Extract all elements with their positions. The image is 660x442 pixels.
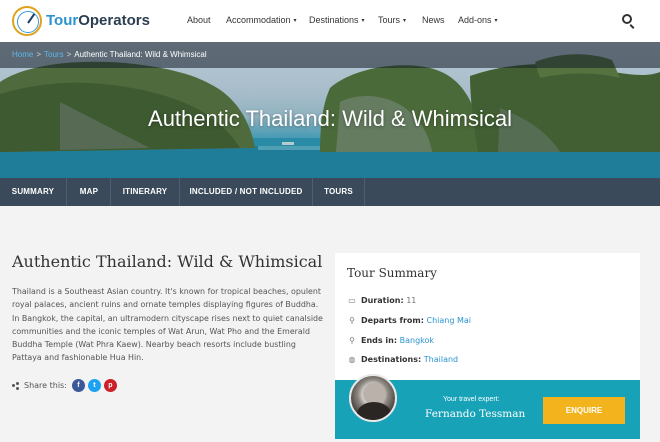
chevron-down-icon: ▾ — [494, 18, 498, 24]
tour-tab-bar: SUMMARY MAP ITINERARY INCLUDED / NOT INC… — [0, 178, 660, 206]
tab-included-not-included[interactable]: INCLUDED / NOT INCLUDED — [180, 178, 312, 206]
nav-item-tours[interactable]: Tours ▾ — [378, 15, 406, 25]
chevron-down-icon: ▾ — [361, 18, 365, 24]
description-line: communities and the iconic temples of Wa… — [12, 326, 310, 336]
summary-destinations-row: ◍ Destinations: Thailand — [348, 355, 459, 364]
map-pin-icon: ⚲ — [349, 316, 355, 325]
duration-label: Duration: — [361, 296, 404, 305]
breadcrumb-home-link[interactable]: Home — [12, 50, 33, 59]
nav-label: Tours — [378, 15, 401, 25]
compass-logo-icon[interactable] — [12, 6, 42, 36]
summary-departs-row: ⚲ Departs from: Chiang Mai — [348, 316, 471, 325]
description-line: Buddha Temple (Wat Phra Kaew). Nearby be… — [12, 340, 296, 350]
description-line: Thailand is a Southeast Asian country. I… — [12, 287, 321, 296]
facebook-icon[interactable]: f — [71, 379, 85, 392]
share-icon — [12, 381, 19, 390]
description-line: In Bangkok, the capital, an ultramodern … — [12, 313, 323, 323]
hero-banner: Home > Tours > Authentic Thailand: Wild & Wh… — [0, 42, 660, 178]
breadcrumb: Home > Tours > Authentic Thailand: Wild & Wh… — [12, 50, 207, 59]
tour-summary-card: Tour Summary ▭ Duration: 11 ⚲ Departs from… — [335, 253, 640, 439]
search-icon[interactable] — [622, 14, 632, 24]
chevron-down-icon: ▾ — [403, 18, 407, 24]
description-line: royal palaces, ancient ruins and ornate … — [12, 300, 319, 310]
brand-name-part1: Tour — [46, 12, 79, 29]
summary-ends-row: ⚲ Ends in: Bangkok — [348, 336, 434, 345]
twitter-icon[interactable]: t — [87, 379, 101, 392]
pinterest-icon[interactable]: p — [103, 379, 117, 392]
summary-duration-row: ▭ Duration: 11 — [348, 296, 416, 305]
globe-icon: ◍ — [348, 355, 356, 364]
nav-label: Add-ons — [458, 15, 492, 25]
nav-label: Destinations — [309, 15, 359, 25]
brand-logo-text[interactable]: TourOperators — [46, 12, 150, 29]
expert-name: Fernando Tessman — [425, 408, 526, 420]
nav-item-add-ons[interactable]: Add-ons ▾ — [458, 15, 498, 25]
nav-label: News — [422, 15, 445, 25]
ends-label: Ends in: — [361, 336, 398, 345]
nav-label: Accommodation — [226, 15, 291, 25]
avatar — [349, 374, 397, 422]
description-line: Pattaya and fashionable Hua Hin. — [12, 353, 144, 363]
share-bar: Share this: f t p — [12, 379, 120, 392]
expert-label: Your travel expert: — [443, 396, 500, 403]
nav-item-about[interactable]: About — [187, 15, 211, 25]
chevron-down-icon: ▾ — [293, 18, 297, 24]
destinations-link[interactable]: Thailand — [424, 355, 458, 364]
calendar-icon: ▭ — [348, 296, 356, 305]
travel-expert-panel: Your travel expert: Fernando Tessman ENQ… — [335, 374, 640, 439]
breadcrumb-tours-link[interactable]: Tours — [44, 50, 64, 59]
enquire-button[interactable]: ENQUIRE — [543, 397, 625, 424]
map-pin-icon: ⚲ — [349, 336, 355, 345]
tab-map[interactable]: MAP — [67, 178, 111, 206]
departs-link[interactable]: Chiang Mai — [427, 316, 472, 325]
tab-itinerary[interactable]: ITINERARY — [111, 178, 179, 206]
breadcrumb-separator: > — [66, 50, 72, 59]
brand-name-part2: Operators — [78, 12, 150, 29]
page-title: Authentic Thailand: Wild & Whimsical — [12, 252, 323, 271]
breadcrumb-current: Authentic Thailand: Wild & Whimsical — [74, 50, 207, 59]
hero-title: Authentic Thailand: Wild & Whimsical — [148, 106, 512, 131]
ends-link[interactable]: Bangkok — [400, 336, 434, 345]
destinations-label: Destinations: — [361, 355, 422, 364]
tour-description: Thailand is a Southeast Asian country. I… — [12, 285, 324, 365]
nav-item-news[interactable]: News — [422, 15, 445, 25]
tab-divider — [364, 178, 365, 206]
nav-item-destinations[interactable]: Destinations ▾ — [309, 15, 365, 25]
breadcrumb-separator: > — [36, 50, 42, 59]
nav-label: About — [187, 15, 211, 25]
share-label: Share this: — [24, 381, 67, 390]
tab-summary[interactable]: SUMMARY — [0, 178, 66, 206]
duration-value: 11 — [406, 296, 417, 305]
breadcrumb-bar: Home > Tours > Authentic Thailand: Wild & Wh… — [0, 42, 660, 68]
site-header: TourOperators About Accommodation ▾ Desti… — [0, 0, 660, 42]
summary-title: Tour Summary — [347, 266, 437, 280]
departs-label: Departs from: — [361, 316, 424, 325]
nav-item-accommodation[interactable]: Accommodation ▾ — [226, 15, 297, 25]
tab-tours[interactable]: TOURS — [313, 178, 364, 206]
